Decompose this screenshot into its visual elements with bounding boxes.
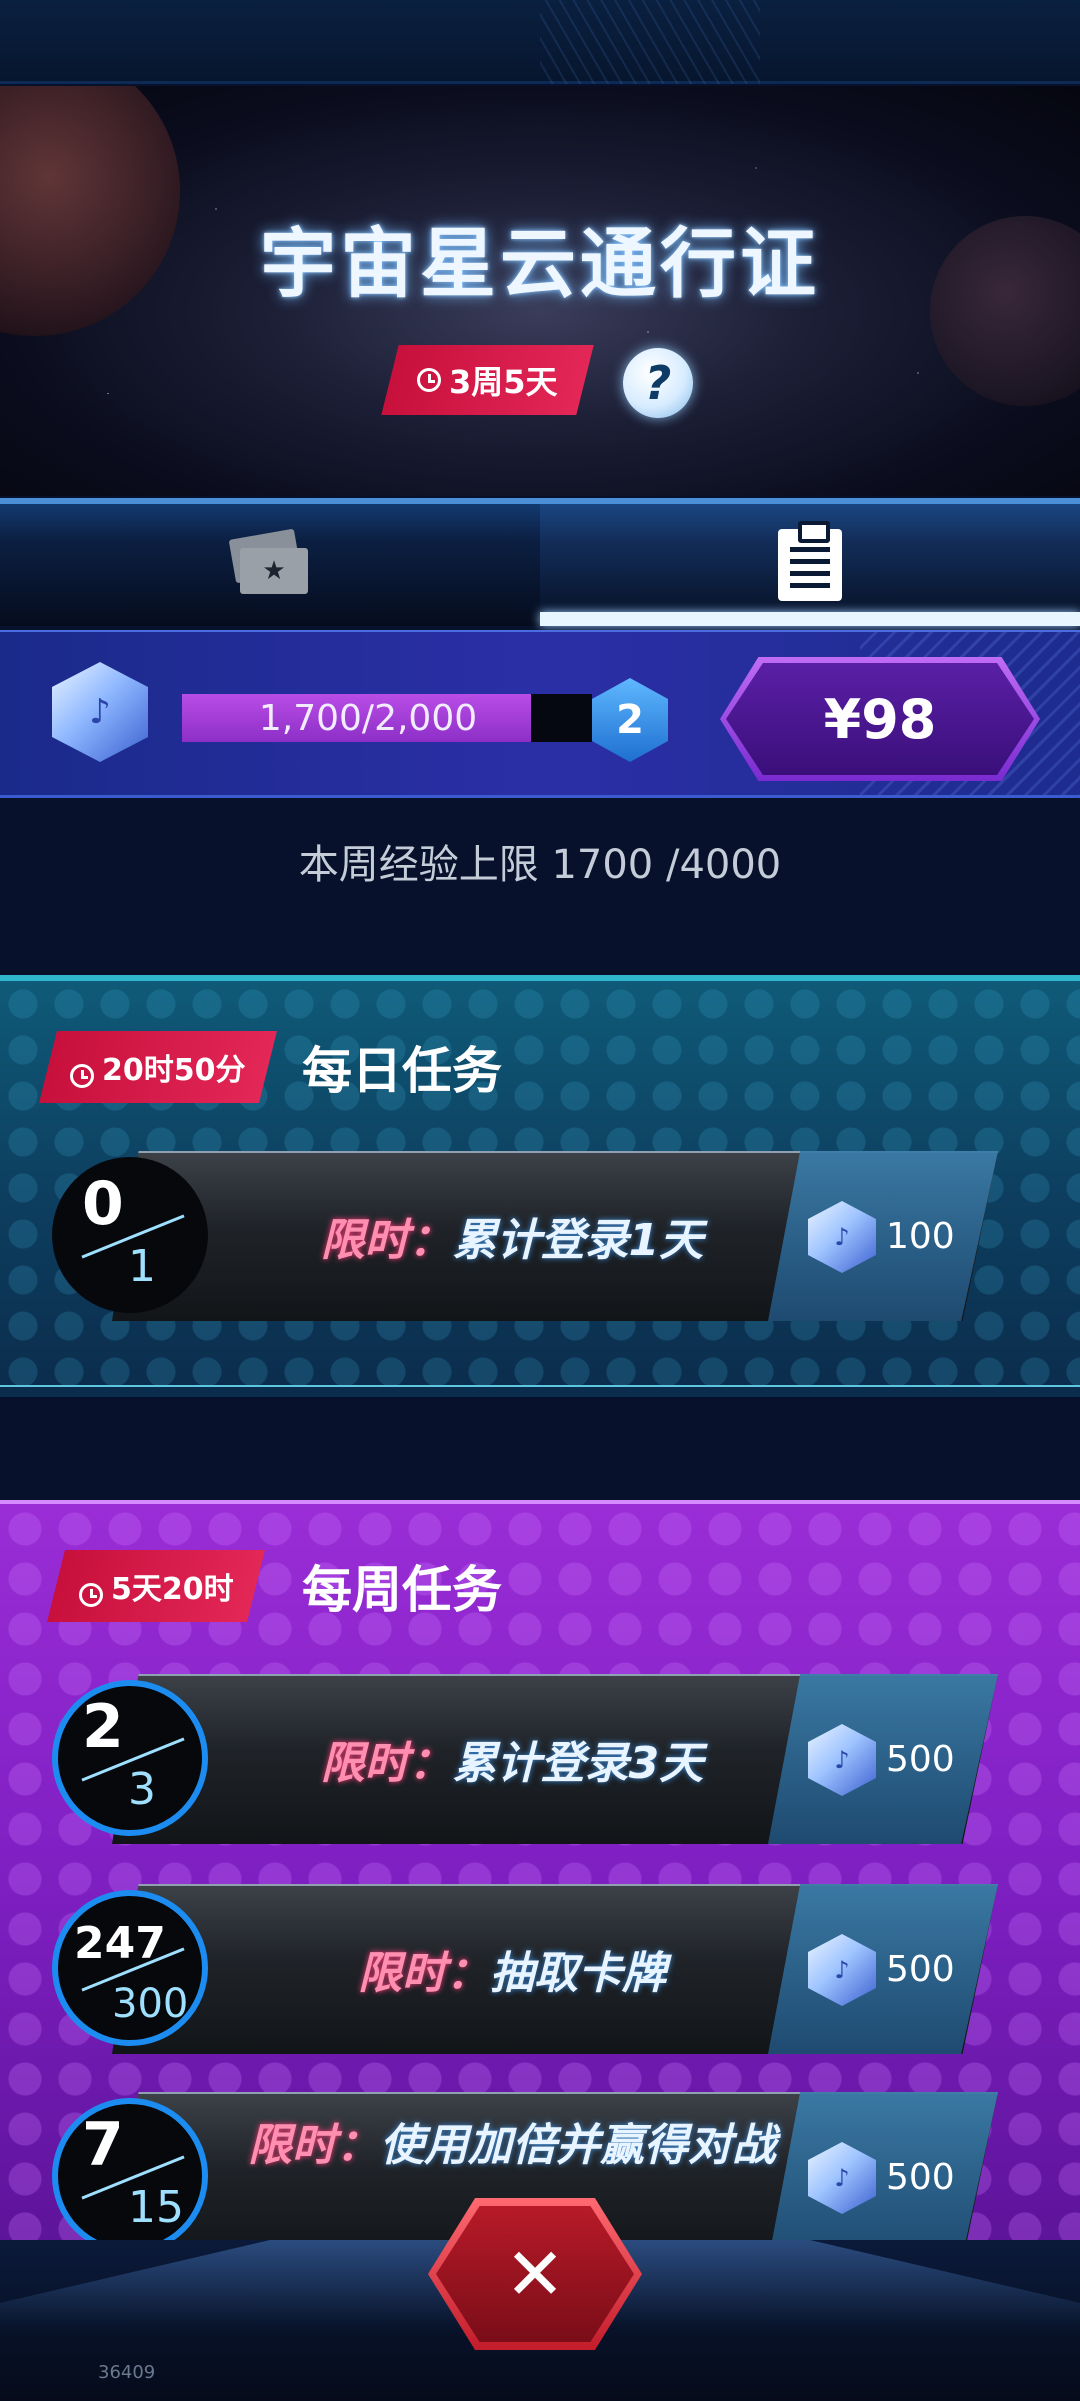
task-reward-amount: 500 [886, 1738, 955, 1780]
task-progress-total: 1 [128, 1241, 156, 1292]
pass-title: 宇宙星云通行证 [260, 219, 820, 308]
help-button[interactable]: ? [623, 348, 693, 418]
task-name: 限时： 抽取卡牌 [358, 1948, 666, 1999]
task-name: 限时： 累计登录3天 [320, 1738, 704, 1789]
weekly-missions-section: 5天20时 每周任务 2 3 限时： 累计登录3天 ♪ 500 247 300 限… [0, 1500, 1080, 2260]
task-progress-total: 300 [112, 1981, 189, 2027]
tab-bar: ★ [0, 498, 1080, 626]
task-progress-total: 3 [128, 1764, 156, 1815]
daily-timer-tag: 20时50分 [39, 1031, 277, 1103]
close-icon: ✕ [436, 2206, 634, 2342]
decor-streak [540, 0, 760, 84]
task-reward-amount: 500 [886, 1948, 955, 1990]
clock-icon [417, 368, 442, 392]
season-time-left: 3周5天 [449, 363, 558, 401]
task-row[interactable]: 2 3 限时： 累计登录3天 ♪ 500 [52, 1674, 998, 1844]
buy-pass-button[interactable]: ¥98 [720, 657, 1040, 781]
pass-level-badge: 2 [592, 678, 668, 762]
buy-pass-price: ¥98 [726, 663, 1034, 775]
task-progress-total: 15 [128, 2182, 184, 2233]
task-progress-circle: 0 1 [52, 1157, 208, 1313]
xp-progress-bar: 1,700/2,000 [182, 694, 592, 742]
tab-selected-indicator [540, 612, 1080, 626]
task-reward-amount: 500 [886, 2156, 955, 2198]
weekly-xp-cap: 本周经验上限 1700 /4000 [298, 842, 782, 888]
task-progress-circle: 247 300 [52, 1890, 208, 2046]
task-progress-circle: 2 3 [52, 1680, 208, 1836]
task-progress-current: 2 [82, 1692, 124, 1762]
task-name: 限时： 累计登录1天 [320, 1215, 704, 1266]
tab-missions[interactable] [540, 504, 1080, 626]
task-progress-current: 0 [82, 1169, 124, 1239]
task-reward-amount: 100 [886, 1215, 955, 1257]
build-number: 36409 [98, 2362, 156, 2383]
clipboard-icon [778, 521, 842, 601]
pass-progress-panel: ♪ 1,700/2,000 2 ¥98 [0, 630, 1080, 798]
weekly-timer: 5天20时 [110, 1572, 234, 1607]
daily-timer: 20时50分 [102, 1053, 246, 1088]
tab-rewards[interactable]: ★ [0, 504, 540, 626]
task-row[interactable]: 0 1 限时： 累计登录1天 ♪ 100 [52, 1151, 998, 1321]
task-progress-circle: 7 15 [52, 2098, 208, 2254]
task-progress-current: 7 [82, 2110, 124, 2180]
xp-cube-icon: ♪ [52, 662, 148, 762]
weekly-title: 每周任务 [302, 1561, 502, 1619]
task-row[interactable]: 247 300 限时： 抽取卡牌 ♪ 500 [52, 1884, 998, 2054]
top-status-bar [0, 0, 1080, 84]
pass-banner: 宇宙星云通行证 [0, 86, 1080, 496]
season-timer-badge: 3周5天 [381, 345, 594, 415]
xp-progress-text: 1,700/2,000 [258, 697, 478, 739]
clock-icon [70, 1063, 95, 1088]
clock-icon [78, 1582, 103, 1607]
weekly-timer-tag: 5天20时 [47, 1550, 265, 1622]
daily-missions-section: 20时50分 每日任务 0 1 限时： 累计登录1天 ♪ 100 [0, 975, 1080, 1397]
ticket-star-icon: ★ [228, 528, 308, 596]
daily-title: 每日任务 [302, 1042, 502, 1100]
